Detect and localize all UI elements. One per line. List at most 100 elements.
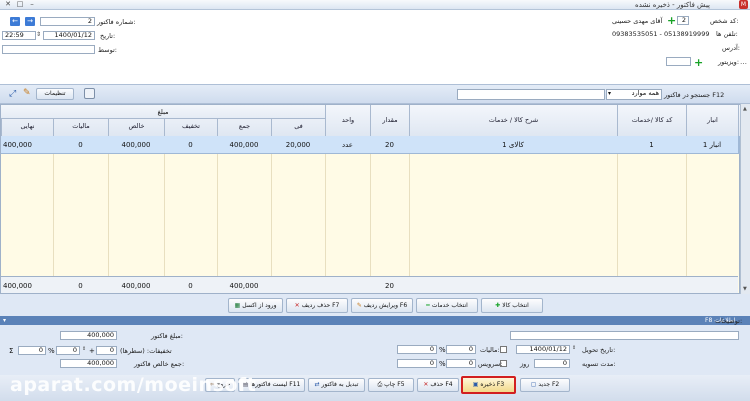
excel-label: ورود از اکسل bbox=[242, 302, 277, 309]
person-name: آقای مهدی حسینی bbox=[612, 17, 663, 25]
table-row[interactable]: 400,000 0 400,000 0 400,000 20,000 عدد 2… bbox=[1, 136, 738, 154]
discount-rows-field: 0 bbox=[96, 346, 117, 355]
settings-button[interactable]: تنظیمات bbox=[36, 88, 74, 100]
totals-row: 400,000 0 400,000 0 400,000 20 bbox=[1, 276, 738, 293]
cell-net: 400,000 bbox=[121, 141, 151, 149]
services-field: 0 bbox=[446, 359, 476, 368]
search-scope-select[interactable]: ▾ همه موارد bbox=[606, 89, 662, 100]
window-title: پیش فاکتور - ذخیره نشده bbox=[635, 1, 710, 9]
convert-button[interactable]: ⇄ تبدیل به فاکتور bbox=[308, 378, 365, 392]
person-code-field[interactable]: 2 bbox=[677, 16, 689, 25]
invoice-number-label: شماره فاکتور: bbox=[97, 18, 136, 26]
col-qty[interactable]: مقدار bbox=[370, 105, 409, 136]
app-icon: M bbox=[739, 0, 748, 9]
discount-total-field[interactable]: 0 bbox=[18, 346, 46, 355]
grid-scrollbar[interactable]: ▲ ▼ bbox=[740, 104, 750, 294]
title-bar: ✕ □ – پیش فاکتور - ذخیره نشده M bbox=[0, 0, 750, 10]
tax-amount-field: 0 bbox=[397, 345, 437, 354]
discounts-label: تخفیفات: (سطرها) bbox=[120, 347, 172, 355]
save-button[interactable]: ▣ ذخیره F3 bbox=[461, 376, 516, 394]
col-description[interactable]: شرح کالا / خدمات bbox=[409, 105, 617, 136]
address-label: آدرس: bbox=[722, 44, 740, 52]
more-info-bar[interactable]: ▾ F8 اطلاعات بیشتر bbox=[0, 316, 750, 333]
search-input[interactable] bbox=[457, 89, 605, 100]
services-amount-field: 0 bbox=[397, 359, 437, 368]
save-label: ذخیره F3 bbox=[480, 381, 505, 388]
expand-icon[interactable]: ⤢ bbox=[9, 89, 19, 99]
scroll-down-icon[interactable]: ▼ bbox=[743, 286, 749, 292]
cell-total: 400,000 bbox=[229, 141, 259, 149]
ellipsis-icon[interactable]: … bbox=[740, 58, 747, 66]
delete-row-button[interactable]: ✕ حذف ردیف F7 bbox=[286, 298, 348, 313]
cell-final: 400,000 bbox=[3, 141, 32, 149]
delivery-spinner-icon[interactable]: ⇕ bbox=[572, 345, 576, 351]
grid-line bbox=[370, 154, 371, 276]
time-field[interactable]: 22:59 bbox=[2, 31, 36, 40]
maximize-icon[interactable]: □ bbox=[14, 0, 26, 9]
mediator-field[interactable] bbox=[2, 45, 95, 54]
notes-label: توضیحات: bbox=[715, 317, 743, 325]
cell-discount: 0 bbox=[188, 141, 193, 149]
col-group-amount: مبلغ bbox=[1, 105, 325, 119]
tax-checkbox[interactable] bbox=[500, 346, 507, 353]
grid-line bbox=[217, 154, 218, 276]
date-label: تاریخ: bbox=[100, 32, 116, 40]
add-person-icon[interactable]: + bbox=[667, 15, 676, 26]
excel-import-button[interactable]: ▦ ورود از اکسل bbox=[228, 298, 283, 313]
col-code[interactable]: کد کالا /خدمات bbox=[617, 105, 686, 136]
add-visitor-icon[interactable]: + bbox=[694, 57, 703, 68]
watermark: aparat.com/moeinsoft bbox=[10, 374, 257, 396]
next-arrow-icon[interactable]: → bbox=[25, 17, 35, 26]
delivery-date-field[interactable]: 1400/01/12 bbox=[516, 345, 570, 354]
tax-label: مالیات: bbox=[480, 346, 500, 354]
minimize-icon[interactable]: – bbox=[26, 0, 38, 9]
row-actions-bar: ▦ ورود از اکسل ✕ حذف ردیف F7 ✎ ویرایش رد… bbox=[0, 296, 750, 316]
print-button[interactable]: ⎙ چاپ F5 bbox=[368, 378, 414, 392]
settle-days-field[interactable]: 0 bbox=[534, 359, 570, 368]
search-label: جستجو در فاکتور F12 bbox=[664, 91, 725, 99]
grid-line bbox=[271, 154, 272, 276]
phone-label: تلفن ها: bbox=[716, 30, 738, 38]
close-icon[interactable]: ✕ bbox=[2, 0, 14, 9]
invoice-number-field[interactable]: 2 bbox=[40, 17, 95, 26]
grid-line bbox=[164, 154, 165, 276]
discount-percent-field[interactable]: 0 bbox=[56, 346, 80, 355]
chevron-down-icon: ▾ bbox=[608, 90, 612, 97]
grid-line bbox=[53, 154, 54, 276]
select-services-button[interactable]: ━ انتخاب خدمات bbox=[416, 298, 478, 313]
services-label: سرویس: bbox=[478, 360, 503, 368]
mediator-label: توسط: bbox=[98, 46, 117, 54]
notes-field[interactable] bbox=[510, 331, 739, 340]
convert-label: تبدیل به فاکتور bbox=[321, 381, 359, 388]
select-services-label: انتخاب خدمات bbox=[431, 302, 468, 309]
net-amount-label: جمع خالص فاکتور: bbox=[134, 360, 185, 368]
prev-arrow-icon[interactable]: ← bbox=[10, 17, 20, 26]
select-goods-button[interactable]: ✚ انتخاب کالا bbox=[481, 298, 543, 313]
percent-sign: % bbox=[48, 347, 55, 355]
collapse-icon[interactable]: ▾ bbox=[3, 316, 6, 325]
visitor-label: ویزیتور: bbox=[718, 58, 740, 66]
message-icon[interactable] bbox=[84, 88, 95, 99]
search-scope-value: همه موارد bbox=[631, 89, 659, 97]
phone-value: 09383535051 - 05138919999 bbox=[612, 30, 710, 38]
visitor-field[interactable] bbox=[666, 57, 691, 66]
delete-button[interactable]: ✕ حذف F4 bbox=[417, 378, 459, 392]
total-qty: 20 bbox=[385, 282, 394, 290]
edit-row-label: ویرایش ردیف F6 bbox=[363, 302, 408, 309]
cell-unit-price: 20,000 bbox=[285, 141, 311, 149]
col-unit[interactable]: واحد bbox=[325, 105, 370, 136]
edit-row-button[interactable]: ✎ ویرایش ردیف F6 bbox=[351, 298, 413, 313]
date-field[interactable]: 1400/01/12 bbox=[43, 31, 95, 40]
tax-field: 0 bbox=[446, 345, 476, 354]
scroll-up-icon[interactable]: ▲ bbox=[743, 106, 749, 112]
spinner-icon[interactable]: ⇕ bbox=[82, 346, 86, 352]
palette-icon[interactable]: ✎ bbox=[23, 88, 33, 99]
time-spinner-icon[interactable]: ⇕ bbox=[36, 31, 41, 38]
cell-tax: 0 bbox=[78, 141, 83, 149]
delivery-date-label: تاریخ تحویل: bbox=[582, 346, 616, 354]
cell-code: 1 bbox=[649, 141, 654, 149]
col-store[interactable]: انبار bbox=[686, 105, 738, 136]
cell-store: انبار 1 bbox=[702, 141, 722, 149]
new-button[interactable]: ▢ جدید F2 bbox=[520, 378, 570, 392]
new-label: جدید F2 bbox=[538, 381, 560, 388]
